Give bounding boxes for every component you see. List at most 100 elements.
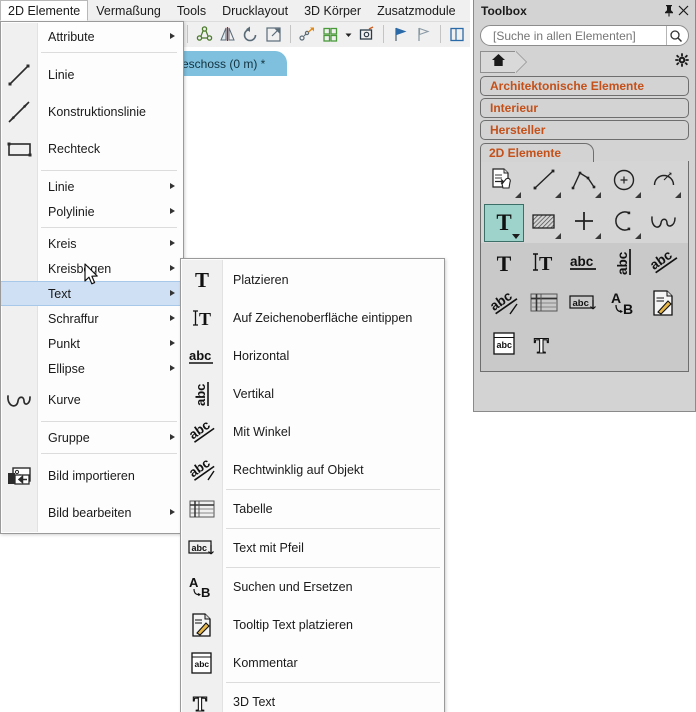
flyout-corner[interactable]	[555, 192, 561, 198]
close-icon[interactable]	[676, 3, 691, 18]
subtool-text-platzieren[interactable]: T	[484, 245, 524, 283]
subtool-tooltip-text[interactable]	[644, 286, 684, 324]
palette-row-2: T	[481, 202, 688, 243]
subtool-horizontal[interactable]: abc	[564, 245, 604, 283]
flyout-corner[interactable]	[515, 192, 521, 198]
menubar-item-zusatzmodule[interactable]: Zusatzmodule	[369, 0, 464, 21]
mirror-icon[interactable]	[218, 25, 237, 44]
menu-item-rechteck[interactable]: Rechteck	[1, 130, 183, 167]
subtool-3d-text[interactable]: T	[524, 327, 564, 365]
menu-item-linie[interactable]: Linie	[1, 56, 183, 93]
subtool-tabelle[interactable]	[524, 286, 564, 324]
flyout-corner[interactable]	[675, 192, 681, 198]
tool-text-selected[interactable]: T	[484, 204, 524, 242]
menubar-item-drucklayout[interactable]: Drucklayout	[214, 0, 296, 21]
gear-icon[interactable]	[675, 52, 689, 72]
graph-icon[interactable]	[195, 25, 214, 44]
subtool-text-mit-pfeil[interactable]: abc	[564, 286, 604, 324]
tool-point[interactable]	[564, 204, 604, 242]
menubar-item-3d-koerper[interactable]: 3D Körper	[296, 0, 369, 21]
menu-item-bild-bearbeiten[interactable]: Bild bearbeiten	[1, 494, 183, 531]
grid-icon[interactable]	[321, 25, 340, 44]
subtool-mit-winkel[interactable]: abc	[644, 245, 684, 283]
submenu-item-suchen-und-ersetzen[interactable]: A B Suchen und Ersetzen	[181, 568, 444, 606]
submenu-item-platzieren[interactable]: T Platzieren	[181, 261, 444, 299]
menu-item-kreisbogen[interactable]: Kreisbogen	[1, 256, 183, 281]
flyout-corner[interactable]	[555, 233, 561, 239]
subtool-kommentar[interactable]: abc	[484, 327, 524, 365]
pin-icon[interactable]	[661, 3, 676, 18]
document-tab[interactable]: eschoss (0 m) *	[182, 51, 288, 76]
search-box[interactable]	[480, 25, 689, 46]
tool-place-element[interactable]	[484, 163, 524, 201]
menu-item-punkt[interactable]: Punkt	[1, 331, 183, 356]
search-icon[interactable]	[667, 29, 686, 43]
resize-icon[interactable]	[264, 25, 283, 44]
links-icon[interactable]	[298, 25, 317, 44]
menu-item-kreis[interactable]: Kreis	[1, 231, 183, 256]
menu-item-konstruktionslinie[interactable]: Konstruktionslinie	[1, 93, 183, 130]
subtool-eintippen[interactable]: T	[524, 245, 564, 283]
menu-item-ellipse[interactable]: Ellipse	[1, 356, 183, 381]
hatch-icon	[530, 210, 558, 237]
submenu-item-tooltip-text-platzieren[interactable]: Tooltip Text platzieren	[181, 606, 444, 644]
tool-arc-open[interactable]	[604, 204, 644, 242]
category-hersteller[interactable]: Hersteller	[480, 120, 689, 140]
tool-arc[interactable]	[644, 163, 684, 201]
menubar-item-vermassung[interactable]: Vermaßung	[88, 0, 169, 21]
menubar-item-2d-elemente[interactable]: 2D Elemente	[0, 0, 89, 21]
menu-item-bild-importieren[interactable]: Bild importieren	[1, 457, 183, 494]
flag-blue-icon[interactable]	[391, 25, 410, 44]
menu-item-linie-sub[interactable]: Linie	[1, 174, 183, 199]
submenu-item-3d-text[interactable]: T 3D Text	[181, 683, 444, 712]
svg-text:T: T	[539, 253, 553, 274]
flyout-corner[interactable]	[635, 233, 641, 239]
chevron-right-icon	[170, 183, 175, 189]
tool-polyline[interactable]	[564, 163, 604, 201]
submenu-item-text-mit-pfeil[interactable]: abc Text mit Pfeil	[181, 529, 444, 567]
submenu-item-label: Mit Winkel	[233, 425, 291, 439]
category-architektonische-elemente[interactable]: Architektonische Elemente	[480, 76, 689, 96]
home-button[interactable]	[480, 51, 527, 73]
category-tab-2d-elemente[interactable]: 2D Elemente	[480, 143, 594, 162]
rotate-icon[interactable]	[241, 25, 260, 44]
menu-item-gruppe[interactable]: Gruppe	[1, 425, 183, 450]
svg-text:T: T	[534, 333, 549, 358]
menu-item-attribute[interactable]: Attribute	[1, 24, 183, 49]
submenu-item-tabelle[interactable]: Tabelle	[181, 490, 444, 528]
submenu-item-rechtwinklig-auf-objekt[interactable]: abc Rechtwinklig auf Objekt	[181, 451, 444, 489]
submenu-item-auf-zeichenoberflaeche-eintippen[interactable]: T Auf Zeichenoberfläche eintippen	[181, 299, 444, 337]
submenu-item-kommentar[interactable]: abc Kommentar	[181, 644, 444, 682]
tool-hatch[interactable]	[524, 204, 564, 242]
panel-icon[interactable]	[448, 25, 467, 44]
place-element-icon	[490, 167, 518, 198]
comment-icon: abc	[185, 647, 219, 679]
flyout-corner[interactable]	[595, 192, 601, 198]
menu-item-kurve[interactable]: Kurve	[1, 381, 183, 418]
tool-curve[interactable]	[644, 204, 684, 242]
subtool-suchen-ersetzen[interactable]: A B	[604, 286, 644, 324]
submenu-item-horizontal[interactable]: abc Horizontal	[181, 337, 444, 375]
svg-text:T: T	[199, 309, 211, 329]
tool-line[interactable]	[524, 163, 564, 201]
camera-icon[interactable]	[357, 25, 376, 44]
menu-text-submenu: T Platzieren T Auf Zeichenoberfläche ein…	[180, 258, 445, 712]
menubar-item-tools[interactable]: Tools	[169, 0, 214, 21]
category-label: Architektonische Elemente	[490, 79, 645, 93]
subtool-rechtwinklig[interactable]: abc	[484, 286, 524, 324]
menu-item-schraffur[interactable]: Schraffur	[1, 306, 183, 331]
chevron-down-icon[interactable]	[512, 234, 520, 239]
grid-dropdown-icon[interactable]	[344, 25, 353, 44]
category-interieur[interactable]: Interieur	[480, 98, 689, 118]
search-input[interactable]	[491, 27, 666, 44]
subtool-vertikal[interactable]: abc	[604, 245, 644, 283]
tool-circle[interactable]	[604, 163, 644, 201]
flag-grey-icon[interactable]	[414, 25, 433, 44]
submenu-item-mit-winkel[interactable]: abc Mit Winkel	[181, 413, 444, 451]
submenu-item-vertikal[interactable]: abc Vertikal	[181, 375, 444, 413]
palette-row-1	[481, 161, 688, 202]
flyout-corner[interactable]	[635, 192, 641, 198]
flyout-corner[interactable]	[595, 233, 601, 239]
menu-item-polylinie[interactable]: Polylinie	[1, 199, 183, 224]
menu-item-text[interactable]: Text	[1, 281, 183, 306]
